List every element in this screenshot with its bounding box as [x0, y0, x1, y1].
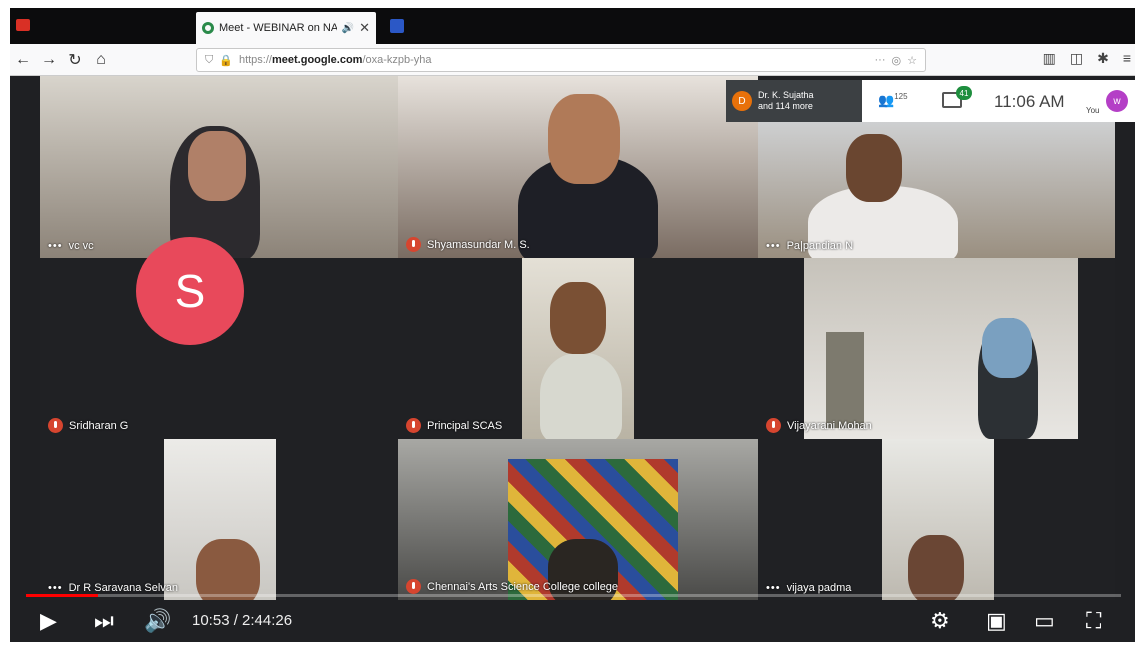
- participant-avatar: S: [136, 237, 244, 345]
- participant-name: Sridharan G: [69, 419, 129, 432]
- fullscreen-icon[interactable]: ⛶: [1086, 608, 1101, 634]
- meeting-clock: 11:06 AM: [994, 92, 1065, 111]
- pocket-icon[interactable]: ◎: [892, 54, 902, 67]
- participant-name: Chennai's Arts Science College college: [427, 580, 619, 593]
- sidebar-icon[interactable]: ◫: [1070, 50, 1083, 67]
- gmail-icon[interactable]: [16, 19, 30, 31]
- lock-icon[interactable]: 🔒: [219, 54, 233, 67]
- mic-off-icon: [406, 418, 421, 433]
- progress-fill: [26, 594, 99, 597]
- player-controls: ▶ ⏭ 🔊 10:53 / 2:44:26 ⚙ ▣ ▭ ⛶: [10, 604, 1135, 642]
- shield-icon[interactable]: ⛉: [205, 54, 213, 67]
- video-tile-vijaya-padma[interactable]: ••• vijaya padma: [758, 439, 1115, 600]
- toolbar-right: ▥ ◫ ✱ ≡: [1043, 50, 1131, 67]
- participant-name: Dr R Saravana Selvan: [68, 582, 179, 594]
- meet-top-bar: D Dr. K. Sujatha and 114 more 👥125 41 11:…: [726, 80, 1135, 122]
- video-tile-vc[interactable]: ••• vc vc: [40, 76, 398, 258]
- presenter-more: and 114 more: [758, 101, 813, 111]
- settings-gear-icon[interactable]: ⚙: [930, 608, 950, 634]
- more-options-icon[interactable]: •••: [766, 582, 781, 594]
- video-tile-principal[interactable]: Principal SCAS: [398, 258, 758, 439]
- more-options-icon[interactable]: •••: [48, 582, 63, 594]
- participant-name: Vijayarani Mohan: [787, 419, 872, 432]
- participant-name: vc vc: [68, 240, 94, 252]
- presenter-chip[interactable]: D Dr. K. Sujatha and 114 more: [726, 80, 862, 122]
- user-avatar[interactable]: w: [1106, 90, 1128, 112]
- participant-name: Principal SCAS: [427, 419, 503, 432]
- video-tile-vijayarani[interactable]: Vijayarani Mohan: [758, 258, 1115, 439]
- video-tile-palpandian[interactable]: ••• Pa|pandian N: [758, 116, 1115, 258]
- progress-bar[interactable]: [26, 594, 1121, 597]
- nav-bar: ← → ↻ ⌂ ⛉ 🔒 https://meet.google.com/oxa-…: [10, 44, 1135, 76]
- people-icon: 👥: [878, 92, 895, 108]
- participant-name: vijaya padma: [786, 582, 852, 594]
- menu-icon[interactable]: ≡: [1123, 50, 1131, 67]
- volume-icon[interactable]: 🔊: [144, 608, 171, 634]
- tab-title: Meet - WEBINAR on NAAC: [219, 22, 337, 34]
- participant-name: Shyamasundar M. S.: [427, 238, 530, 251]
- more-options-icon[interactable]: •••: [766, 240, 781, 252]
- close-tab-icon[interactable]: ✕: [359, 20, 370, 36]
- play-icon[interactable]: ▶: [40, 608, 57, 634]
- reload-icon[interactable]: ↻: [62, 50, 88, 70]
- browser-window: Meet - WEBINAR on NAAC 🔊 ✕ ← → ↻ ⌂ ⛉ 🔒 h…: [10, 8, 1135, 642]
- presenter-name: Dr. K. Sujatha: [758, 90, 814, 100]
- presenter-avatar: D: [732, 91, 752, 111]
- participant-name: Pa|pandian N: [786, 240, 854, 252]
- video-tile-chennai-college[interactable]: Chennai's Arts Science College college: [398, 439, 758, 600]
- url-text[interactable]: https://meet.google.com/oxa-kzpb-yha: [239, 54, 432, 66]
- mic-off-icon: [766, 418, 781, 433]
- page-actions-icon[interactable]: ···: [875, 54, 886, 66]
- people-count: 125: [894, 92, 908, 101]
- calendar-tab-icon[interactable]: [390, 19, 404, 33]
- library-icon[interactable]: ▥: [1043, 50, 1056, 67]
- mic-off-icon: [48, 418, 63, 433]
- more-options-icon[interactable]: •••: [48, 240, 63, 252]
- video-tile-saravana[interactable]: ••• Dr R Saravana Selvan: [40, 439, 398, 600]
- extension-icon[interactable]: ✱: [1097, 50, 1109, 67]
- meet-favicon-icon: [202, 22, 214, 34]
- home-icon[interactable]: ⌂: [88, 51, 114, 69]
- miniplayer-icon[interactable]: ▣: [986, 608, 1007, 634]
- speaker-icon[interactable]: 🔊: [342, 23, 354, 34]
- mic-off-icon: [406, 237, 421, 252]
- theater-mode-icon[interactable]: ▭: [1034, 608, 1055, 634]
- chat-badge: 41: [956, 86, 972, 100]
- next-icon[interactable]: ⏭: [94, 608, 114, 634]
- people-button[interactable]: 👥125: [878, 92, 908, 108]
- tab-strip: Meet - WEBINAR on NAAC 🔊 ✕: [10, 8, 1135, 44]
- tab-meet[interactable]: Meet - WEBINAR on NAAC 🔊 ✕: [196, 12, 376, 44]
- time-display: 10:53 / 2:44:26: [192, 612, 293, 629]
- mic-off-icon: [406, 579, 421, 594]
- bookmark-star-icon[interactable]: ☆: [907, 54, 917, 67]
- back-icon[interactable]: ←: [10, 51, 36, 69]
- you-label: You: [1086, 106, 1100, 115]
- video-tile-shyamasundar[interactable]: Shyamasundar M. S.: [398, 76, 758, 258]
- address-bar[interactable]: ⛉ 🔒 https://meet.google.com/oxa-kzpb-yha…: [196, 48, 926, 72]
- forward-icon[interactable]: →: [36, 51, 62, 69]
